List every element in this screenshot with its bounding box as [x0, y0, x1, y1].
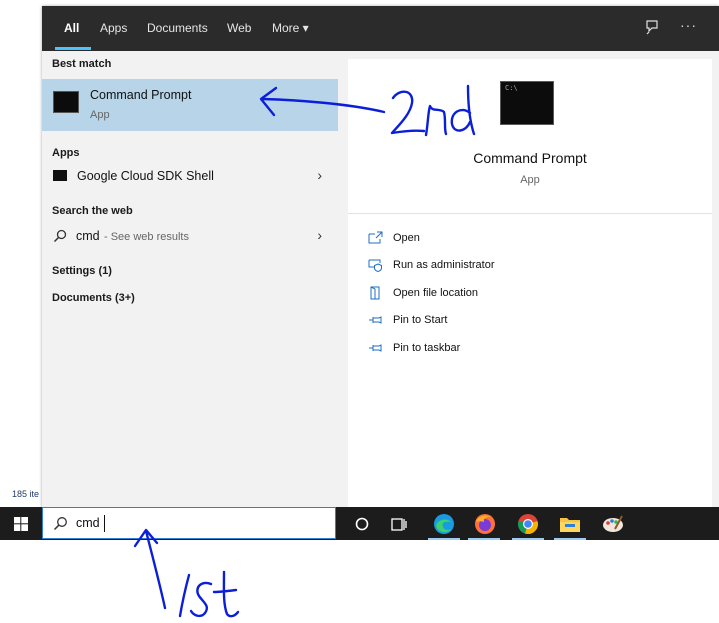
arrow-to-command-prompt: [259, 86, 386, 117]
second-step-label: [390, 84, 476, 137]
first-step-label: [178, 570, 240, 618]
arrow-to-search-box: [133, 528, 167, 610]
handwritten-annotations: [133, 84, 476, 618]
